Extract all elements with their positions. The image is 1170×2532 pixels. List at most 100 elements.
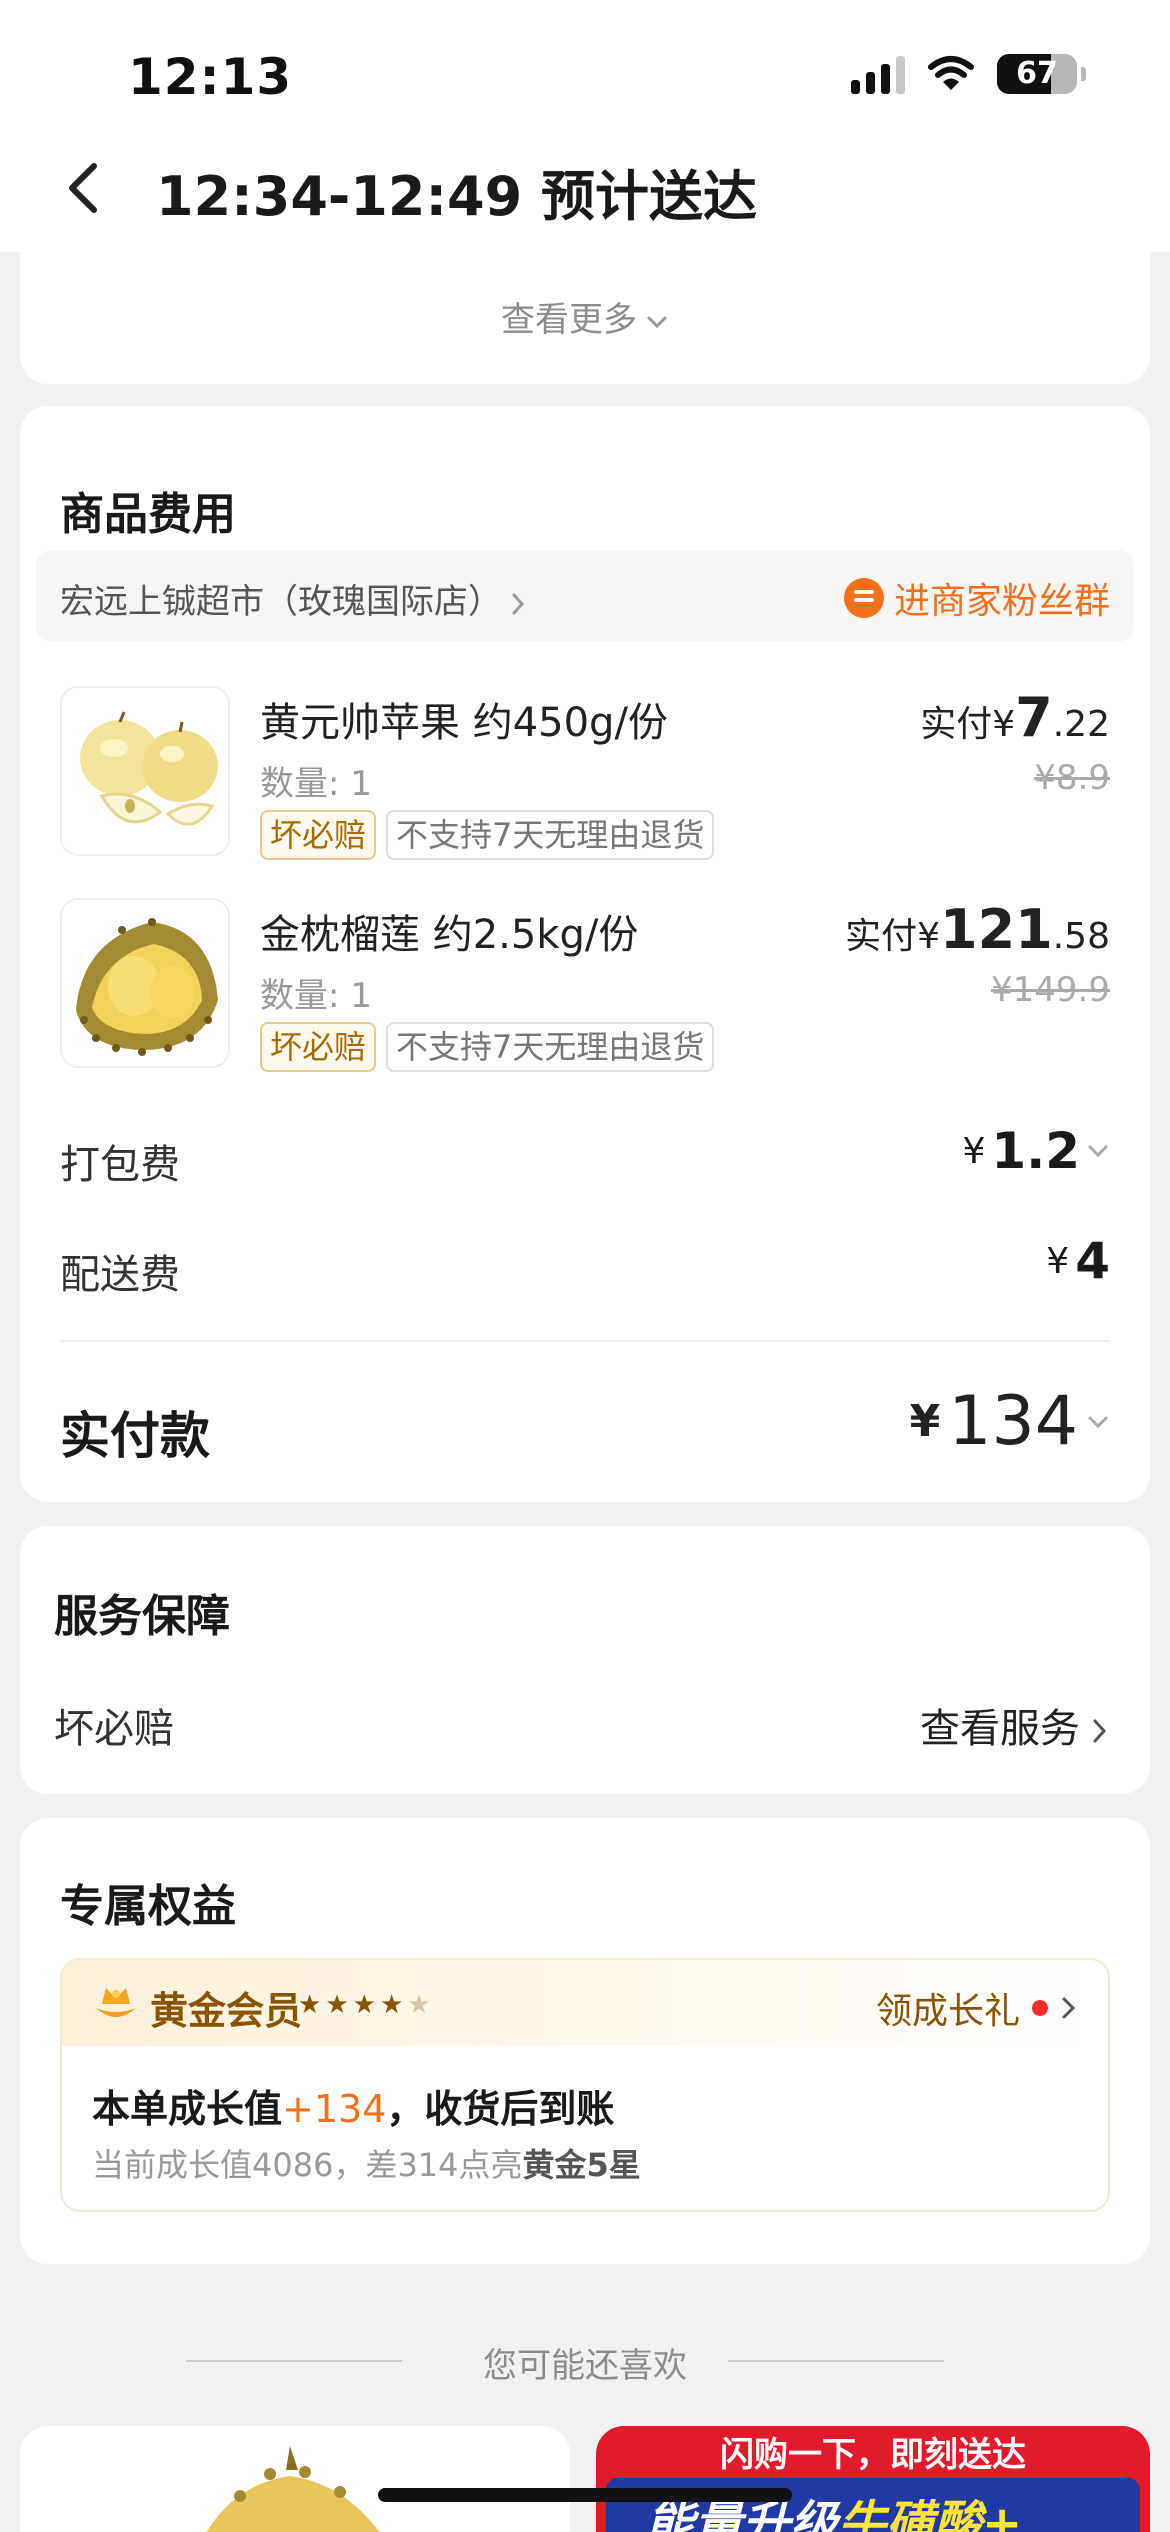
section-title-service: 服务保障 bbox=[54, 1591, 230, 1642]
packing-fee-amount: 1.2 bbox=[991, 1122, 1080, 1180]
battery-icon: 67 bbox=[997, 54, 1077, 94]
store-link[interactable]: 宏远上铖超市（玫瑰国际店） bbox=[60, 574, 528, 623]
tag-no-return: 不支持7天无理由退货 bbox=[386, 810, 715, 860]
durian-image bbox=[206, 2446, 380, 2532]
service-label: 坏必赔 bbox=[54, 1706, 174, 1752]
service-row[interactable]: 坏必赔 查看服务 bbox=[54, 1696, 1110, 1754]
tag-damage-guarantee: 坏必赔 bbox=[260, 1022, 377, 1072]
product-qty: 数量: 1 bbox=[260, 764, 372, 804]
service-card: 服务保障 坏必赔 查看服务 bbox=[20, 1526, 1150, 1794]
view-service-link[interactable]: 查看服务 bbox=[920, 1696, 1110, 1754]
store-name: 宏远上铖超市（玫瑰国际店） bbox=[60, 582, 502, 622]
promo-banner[interactable]: 闪购一下，即刻送达 能量升级牛磺酸+ bbox=[596, 2426, 1150, 2532]
battery-percent: 67 bbox=[1016, 56, 1058, 91]
status-icons: 67 bbox=[851, 54, 1086, 94]
promo-headline: 闪购一下，即刻送达 bbox=[720, 2435, 1026, 2475]
view-service-label: 查看服务 bbox=[920, 1706, 1080, 1752]
tag-no-return: 不支持7天无理由退货 bbox=[386, 1022, 715, 1072]
vip-header: 黄金会员 ★ ★ ★ ★ ★ 领成长礼 bbox=[62, 1960, 1108, 2046]
divider bbox=[60, 1340, 1110, 1342]
total-value[interactable]: ¥134 bbox=[910, 1382, 1110, 1461]
tag-damage-guarantee: 坏必赔 bbox=[260, 810, 377, 860]
growth-target: 黄金5星 bbox=[522, 2146, 641, 2184]
recommend-card[interactable] bbox=[20, 2426, 570, 2532]
member-level: 黄金会员 bbox=[150, 1989, 303, 2033]
total-label: 实付款 bbox=[60, 1407, 210, 1465]
price-paid-int: 7 bbox=[1015, 686, 1053, 749]
star-icon: ★ bbox=[352, 1990, 376, 2020]
fan-group-button[interactable]: 进商家粉丝群 bbox=[843, 572, 1110, 624]
chevron-down-icon bbox=[647, 316, 667, 328]
growth-prefix: 本单成长值 bbox=[92, 2087, 283, 2131]
chevron-right-icon bbox=[1062, 1997, 1076, 2019]
vip-box[interactable]: 黄金会员 ★ ★ ★ ★ ★ 领成长礼 本单成长值+134，收货后到账 当前成长值408… bbox=[60, 1958, 1110, 2212]
packing-fee-value: ¥1.2 bbox=[963, 1122, 1110, 1180]
growth-detail: 当前成长值4086，差314点亮黄金5星 bbox=[92, 2140, 641, 2186]
promo-text-b: 牛磺酸+ bbox=[838, 2496, 1023, 2532]
page-title: 12:34-12:49 预计送达 bbox=[156, 165, 757, 228]
product-fees-card: 商品费用 宏远上铖超市（玫瑰国际店） 进商家粉丝群 黄元帅苹果 约450g/份 … bbox=[20, 406, 1150, 1502]
home-indicator bbox=[378, 2488, 792, 2502]
growth-gift-link[interactable]: 领成长礼 bbox=[876, 1982, 1078, 2034]
top-bar: 12:13 67 12:34-12:49 预计送达 bbox=[0, 0, 1170, 252]
total-amount: 134 bbox=[948, 1382, 1078, 1461]
growth-summary: 本单成长值+134，收货后到账 bbox=[92, 2078, 614, 2133]
price-paid-prefix: 实付 bbox=[845, 916, 918, 957]
chevron-left-icon bbox=[69, 163, 97, 213]
yen-symbol: ¥ bbox=[962, 1130, 986, 1172]
product-qty: 数量: 1 bbox=[260, 976, 372, 1016]
chat-bubble-icon bbox=[843, 578, 884, 618]
product-item[interactable]: 黄元帅苹果 约450g/份 数量: 1 坏必赔 不支持7天无理由退货 实付¥7.… bbox=[60, 686, 1110, 866]
growth-suffix: ，收货后到账 bbox=[386, 2087, 615, 2131]
product-image-apple[interactable] bbox=[60, 686, 230, 856]
product-name: 黄元帅苹果 约450g/份 bbox=[260, 700, 668, 746]
notification-dot bbox=[1032, 2000, 1048, 2016]
price-paid: 实付¥7.22 bbox=[920, 686, 1110, 749]
chevron-down-icon bbox=[1088, 1145, 1108, 1158]
promo-body: 能量升级牛磺酸+ bbox=[606, 2478, 1140, 2532]
product-name: 金枕榴莲 约2.5kg/份 bbox=[260, 912, 639, 958]
status-time: 12:13 bbox=[128, 48, 293, 106]
cellular-signal-icon bbox=[851, 54, 905, 94]
see-more-label: 查看更多 bbox=[501, 300, 637, 340]
delivery-fee-label: 配送费 bbox=[60, 1252, 180, 1298]
price-paid-dec: .22 bbox=[1052, 704, 1110, 745]
packing-fee-label: 打包费 bbox=[60, 1142, 180, 1188]
chevron-right-icon bbox=[1093, 1719, 1107, 1743]
price-paid: 实付¥121.58 bbox=[845, 898, 1110, 961]
yen-symbol: ¥ bbox=[909, 1396, 941, 1447]
yen-symbol: ¥ bbox=[992, 704, 1016, 745]
delivery-fee-value: ¥4 bbox=[1046, 1232, 1110, 1290]
member-badge-icon bbox=[96, 1988, 136, 2017]
product-tags: 坏必赔 不支持7天无理由退货 bbox=[260, 810, 715, 860]
price-paid-prefix: 实付 bbox=[920, 704, 993, 745]
battery-tip bbox=[1081, 67, 1086, 81]
fan-group-label: 进商家粉丝群 bbox=[893, 581, 1110, 622]
growth-gift-label: 领成长礼 bbox=[875, 1991, 1020, 2032]
back-button[interactable] bbox=[56, 156, 112, 220]
star-icon: ★ bbox=[325, 1990, 349, 2020]
star-icon: ★ bbox=[379, 1990, 404, 2020]
price-original: ¥8.9 bbox=[1034, 758, 1110, 798]
chevron-right-icon bbox=[512, 593, 525, 614]
store-row[interactable]: 宏远上铖超市（玫瑰国际店） 进商家粉丝群 bbox=[36, 550, 1134, 642]
product-item[interactable]: 金枕榴莲 约2.5kg/份 数量: 1 坏必赔 不支持7天无理由退货 实付¥12… bbox=[60, 898, 1110, 1078]
price-paid-int: 121 bbox=[940, 898, 1053, 961]
product-tags: 坏必赔 不支持7天无理由退货 bbox=[260, 1022, 715, 1072]
wifi-icon bbox=[928, 56, 974, 90]
yen-symbol: ¥ bbox=[917, 916, 940, 957]
recommend-title: 您可能还喜欢 bbox=[483, 2346, 687, 2386]
product-image-durian[interactable] bbox=[60, 898, 230, 1068]
star-icon: ★ bbox=[298, 1990, 322, 2020]
delivery-fee-row: 配送费 ¥4 bbox=[60, 1232, 1110, 1302]
growth-detail-prefix: 当前成长值4086，差314点亮 bbox=[92, 2146, 523, 2184]
benefits-card: 专属权益 黄金会员 ★ ★ ★ ★ ★ 领成长礼 本单成长值+134，收货后到账 当前成… bbox=[20, 1818, 1150, 2264]
packing-fee-row[interactable]: 打包费 ¥1.2 bbox=[60, 1122, 1110, 1192]
price-paid-dec: .58 bbox=[1052, 916, 1110, 957]
see-more-button[interactable]: 查看更多 bbox=[20, 292, 1150, 341]
section-title-benefits: 专属权益 bbox=[60, 1881, 236, 1932]
delivery-fee-amount: 4 bbox=[1075, 1232, 1110, 1290]
chevron-down-icon bbox=[1088, 1416, 1108, 1428]
growth-value: +134 bbox=[282, 2087, 387, 2131]
divider-right bbox=[728, 2360, 944, 2362]
